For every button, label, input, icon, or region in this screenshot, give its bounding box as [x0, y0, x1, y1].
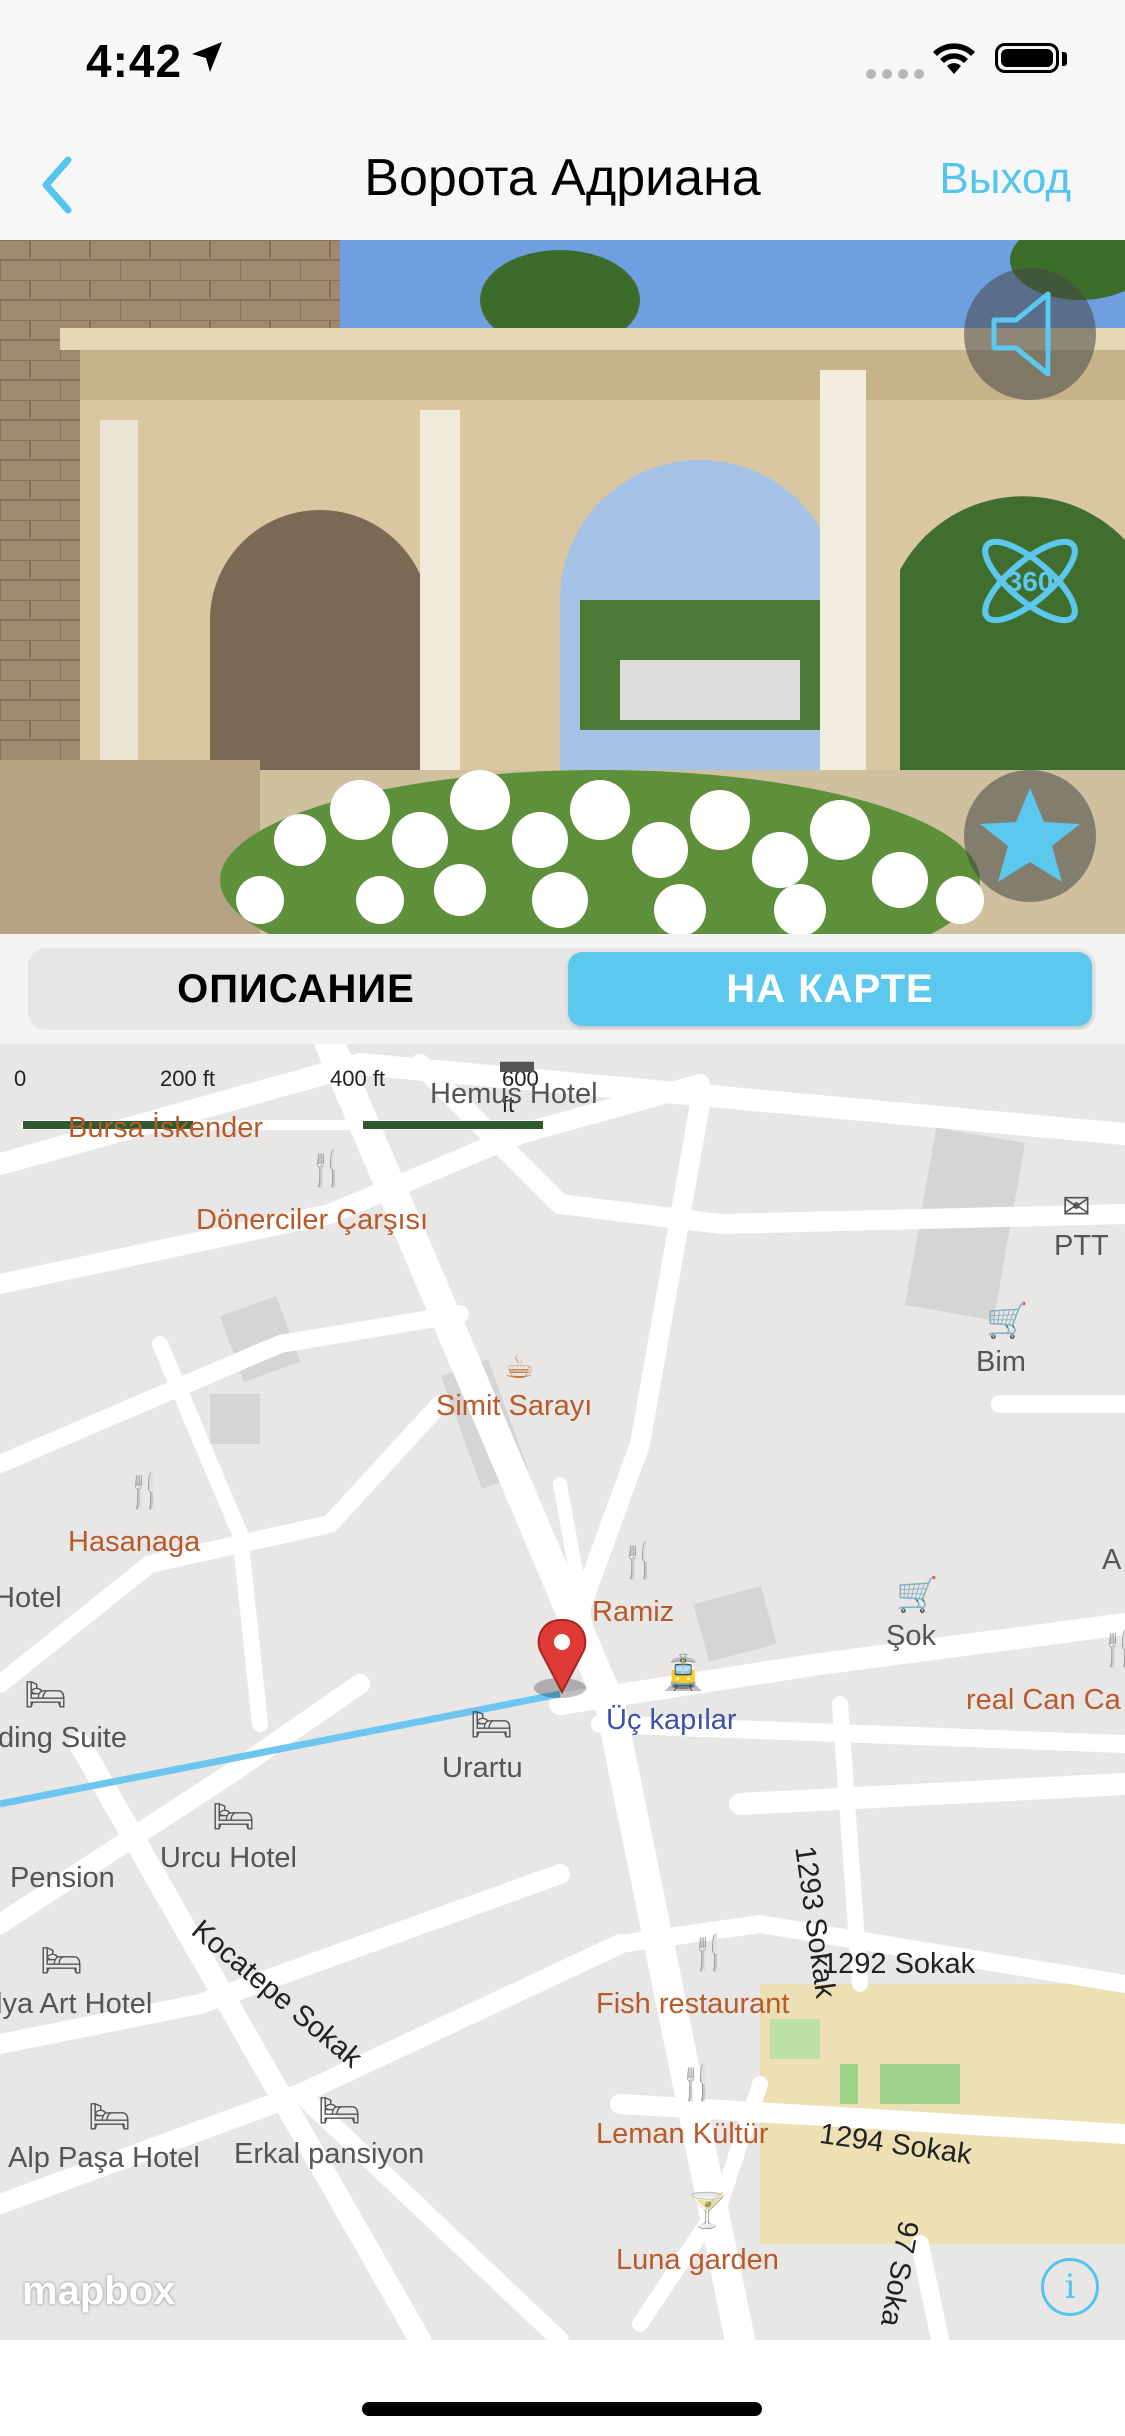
- label-alp[interactable]: Alp Paşa Hotel: [8, 2142, 200, 2175]
- label-hemus: Hemus Hotel: [430, 1078, 598, 1110]
- label-sok[interactable]: Şok: [886, 1620, 936, 1653]
- restaurant-icon: 🍴: [676, 2064, 719, 2102]
- map-view[interactable]: 0 200 ft 400 ft 600 ft ▬ Hemus Hotel Bur…: [0, 1044, 1125, 2340]
- label-urcu[interactable]: Urcu Hotel: [160, 1842, 297, 1875]
- info-icon[interactable]: i: [1041, 2258, 1099, 2316]
- street-1292: 1292 Sokak: [822, 1948, 976, 1980]
- restaurant-icon: 🍴: [688, 1934, 731, 1972]
- label-ptt[interactable]: PTT: [1054, 1230, 1109, 1263]
- hotel-icon: 🛏: [88, 2098, 132, 2136]
- label-ramiz[interactable]: Ramiz: [592, 1596, 674, 1629]
- signal-icon: [866, 66, 930, 84]
- scale-0: 0: [14, 1066, 27, 1091]
- scale-400: 400 ft: [330, 1066, 386, 1091]
- audio-button[interactable]: [964, 268, 1096, 400]
- panorama-button[interactable]: 360: [964, 515, 1096, 647]
- exit-button[interactable]: Выход: [939, 154, 1071, 204]
- home-area: [0, 2340, 1125, 2436]
- label-bim[interactable]: Bim: [976, 1346, 1026, 1379]
- speaker-icon: [991, 291, 1051, 377]
- restaurant-icon: 🍴: [618, 1542, 661, 1580]
- tab-description[interactable]: ОПИСАНИЕ: [32, 952, 560, 1026]
- label-pension[interactable]: Pension: [10, 1862, 115, 1895]
- hotel-icon: 🛏: [40, 1942, 84, 1980]
- view-switcher: ОПИСАНИЕ НА КАРТЕ: [0, 934, 1125, 1044]
- status-time: 4:42: [86, 35, 183, 87]
- label-edge-a: A: [1102, 1544, 1122, 1576]
- restaurant-icon: 🍴: [1098, 1630, 1125, 1668]
- post-office-icon: ✉: [1062, 1188, 1091, 1226]
- label-luna[interactable]: Luna garden: [616, 2244, 779, 2277]
- label-bursa[interactable]: Bursa İskender: [68, 1112, 263, 1145]
- mapbox-logo[interactable]: mapbox: [22, 2269, 175, 2314]
- shop-cart-icon: 🛒: [896, 1576, 939, 1614]
- battery-icon: [995, 43, 1059, 73]
- restaurant-icon: 🍴: [306, 1150, 349, 1188]
- navigation-bar: Ворота Адриана Выход: [0, 130, 1125, 240]
- label-realcan[interactable]: real Can Ca: [966, 1684, 1121, 1717]
- tab-map[interactable]: НА КАРТЕ: [568, 952, 1092, 1026]
- scale-200: 200 ft: [160, 1066, 216, 1091]
- label-urartu[interactable]: Urartu: [442, 1752, 523, 1785]
- label-uc-kapilar[interactable]: Üç kapılar: [606, 1704, 737, 1737]
- label-hasanaga[interactable]: Hasanaga: [68, 1526, 200, 1559]
- favorite-button[interactable]: [964, 770, 1096, 902]
- favorite-star-icon: [980, 788, 1080, 882]
- hotel-icon: 🛏: [24, 1676, 68, 1714]
- wifi-icon: [933, 43, 975, 74]
- restaurant-icon: 🍴: [124, 1472, 167, 1510]
- battery-cap: [1062, 52, 1067, 66]
- label-hotel[interactable]: Hotel: [0, 1582, 62, 1615]
- label-fish[interactable]: Fish restaurant: [596, 1988, 789, 2021]
- hotel-icon: ▬: [500, 1044, 534, 1080]
- bar-cocktail-icon: 🍸: [686, 2192, 729, 2230]
- panorama-360-icon: 360: [982, 538, 1078, 624]
- hotel-icon: 🛏: [470, 1706, 514, 1744]
- label-erkal[interactable]: Erkal pansiyon: [234, 2138, 424, 2171]
- hotel-icon: 🛏: [318, 2092, 362, 2130]
- hotel-icon: 🛏: [212, 1798, 256, 1836]
- status-bar: 4:42: [0, 0, 1125, 130]
- label-ding-suite[interactable]: ding Suite: [0, 1722, 127, 1755]
- panorama-label: 360: [1007, 566, 1054, 597]
- cafe-icon: ☕: [504, 1348, 535, 1386]
- label-simit[interactable]: Simit Sarayı: [436, 1390, 592, 1423]
- location-arrow-icon: [192, 42, 222, 72]
- hadrian-gate-illustration: [0, 240, 1125, 934]
- tram-station-icon: 🚊: [662, 1654, 705, 1692]
- home-indicator[interactable]: [362, 2402, 762, 2416]
- label-leman[interactable]: Leman Kültür: [596, 2118, 769, 2151]
- label-lya-art[interactable]: lya Art Hotel: [0, 1988, 152, 2021]
- label-donerciler[interactable]: Dönerciler Çarşısı: [196, 1204, 428, 1237]
- shop-cart-icon: 🛒: [986, 1302, 1029, 1340]
- segmented-control: ОПИСАНИЕ НА КАРТЕ: [28, 948, 1096, 1030]
- landmark-photo[interactable]: 360: [0, 240, 1125, 934]
